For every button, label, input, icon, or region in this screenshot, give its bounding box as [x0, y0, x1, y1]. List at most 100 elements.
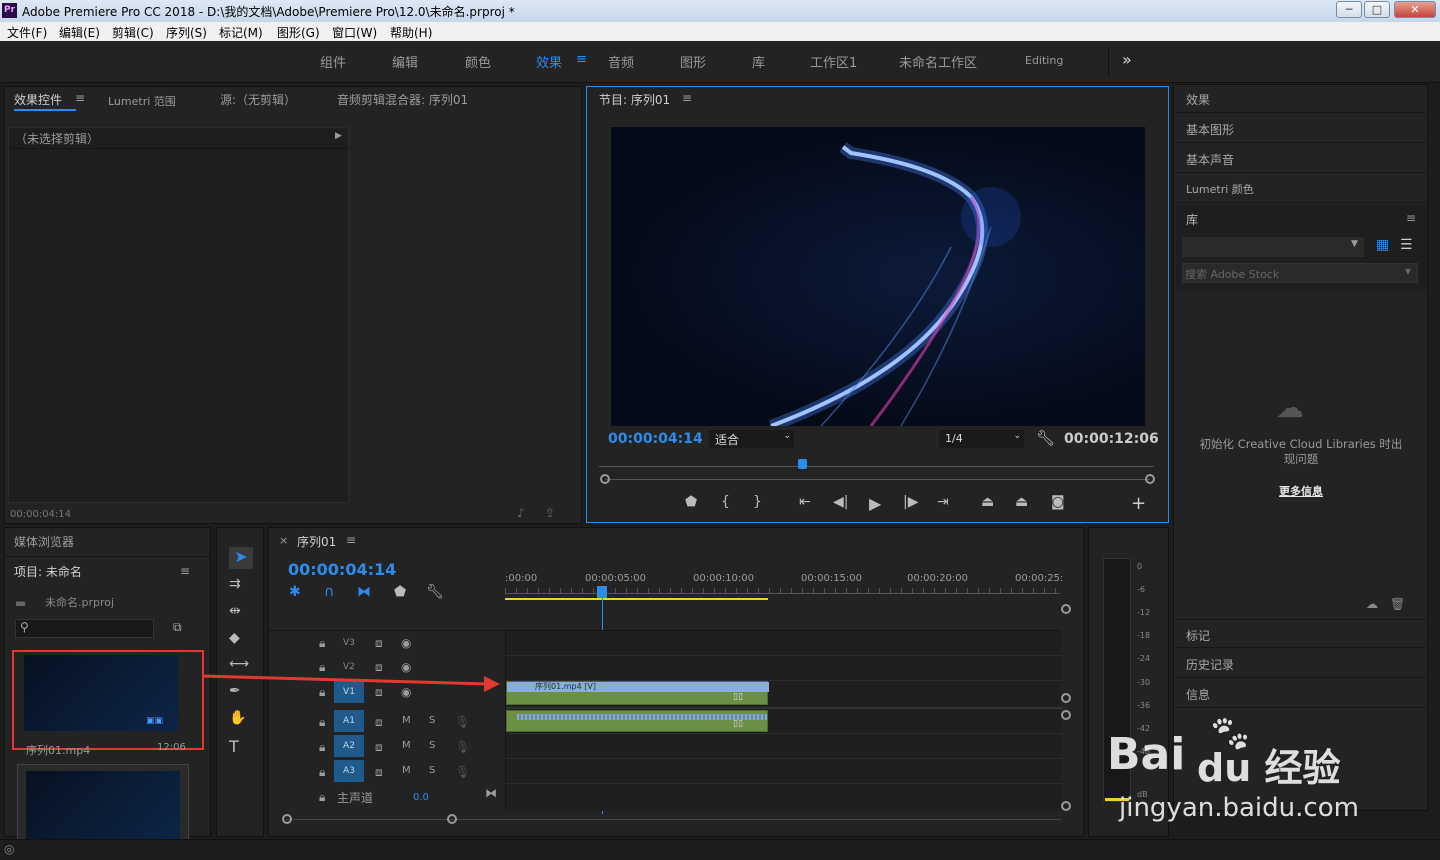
- tab-audio-clip-mixer[interactable]: 音频剪辑混合器: 序列01: [337, 91, 468, 108]
- find-icon[interactable]: ⧉: [173, 620, 182, 635]
- menu-window[interactable]: 窗口(W): [332, 24, 377, 41]
- lift-icon[interactable]: ⏏: [981, 494, 994, 510]
- resolution-dropdown[interactable]: 1/4 ⌄: [939, 430, 1024, 448]
- panel-essential-sound[interactable]: 基本声音: [1176, 144, 1426, 173]
- add-marker-icon[interactable]: ⬟: [685, 494, 697, 510]
- library-select[interactable]: [1182, 237, 1364, 257]
- audio-clip[interactable]: ▯▯: [506, 710, 768, 732]
- adobe-stock-search[interactable]: 搜索 Adobe Stock ▼: [1182, 263, 1418, 283]
- fit-dropdown[interactable]: 适合 ⌄: [709, 430, 794, 448]
- minimize-button[interactable]: ─: [1336, 1, 1362, 18]
- menu-graphics[interactable]: 图形(G): [277, 24, 320, 41]
- mute-button[interactable]: M: [402, 765, 411, 776]
- libraries-title[interactable]: 库: [1186, 211, 1198, 228]
- workspace-tab[interactable]: 图形: [680, 52, 706, 71]
- mark-in-icon[interactable]: {: [721, 494, 730, 510]
- panel-history[interactable]: 历史记录: [1176, 649, 1426, 678]
- menu-file[interactable]: 文件(F): [7, 24, 47, 41]
- zoom-handle-right[interactable]: [1145, 474, 1155, 484]
- menu-sequence[interactable]: 序列(S): [166, 24, 207, 41]
- tab-media-browser[interactable]: 媒体浏览器: [14, 533, 74, 550]
- lock-icon[interactable]: 🔒︎: [319, 636, 325, 651]
- mute-button[interactable]: M: [402, 740, 411, 751]
- nest-icon[interactable]: ✱: [289, 584, 301, 600]
- selection-tool-icon[interactable]: ➤: [229, 547, 253, 569]
- list-view-icon[interactable]: ☰: [1400, 237, 1413, 253]
- clip-thumbnail-selected[interactable]: ▣▣ 序列01.mp4 12:06: [12, 650, 204, 757]
- timeline-playhead-handle[interactable]: [597, 586, 607, 598]
- lock-icon[interactable]: 🔒︎: [319, 790, 325, 805]
- project-search[interactable]: ⚲: [15, 619, 154, 638]
- sync-lock-icon[interactable]: ⧈: [375, 765, 383, 780]
- master-volume[interactable]: 0.0: [413, 792, 429, 803]
- settings-wrench-icon[interactable]: 🔧︎: [426, 584, 444, 600]
- play-icon[interactable]: ▶: [869, 494, 881, 513]
- vzoom-handle[interactable]: [1061, 604, 1071, 614]
- track-a2[interactable]: A2: [334, 735, 364, 757]
- zoom-handle-left[interactable]: [600, 474, 610, 484]
- hamburger-icon[interactable]: ≡: [576, 52, 587, 67]
- menu-clip[interactable]: 剪辑(C): [112, 24, 154, 41]
- sync-lock-icon[interactable]: ⧈: [375, 740, 383, 755]
- panel-info[interactable]: 信息: [1176, 679, 1426, 708]
- export-icon[interactable]: ⇪: [545, 506, 555, 520]
- maximize-button[interactable]: □: [1364, 1, 1390, 18]
- tab-lumetri-scopes[interactable]: Lumetri 范围: [108, 93, 176, 109]
- menu-marker[interactable]: 标记(M): [219, 24, 263, 41]
- grid-view-icon[interactable]: ▦: [1376, 237, 1389, 253]
- ripple-edit-tool-icon[interactable]: ⇹: [229, 603, 241, 619]
- eye-icon[interactable]: ◉: [401, 636, 411, 650]
- close-tab-icon[interactable]: ×: [279, 534, 288, 547]
- program-title[interactable]: 节目: 序列01: [599, 91, 670, 108]
- chevron-down-icon[interactable]: ▼: [1351, 239, 1358, 249]
- hzoom-handle-right[interactable]: [447, 814, 457, 824]
- add-marker-icon[interactable]: ⬟: [394, 584, 406, 600]
- mic-icon[interactable]: 🎙︎: [455, 765, 470, 779]
- program-playhead[interactable]: [798, 459, 807, 469]
- track-a3[interactable]: A3: [334, 760, 364, 782]
- lock-icon[interactable]: 🔒︎: [319, 740, 325, 755]
- workspace-tab[interactable]: 工作区1: [810, 52, 857, 71]
- extract-icon[interactable]: ⏏: [1015, 494, 1028, 510]
- step-forward-icon[interactable]: |▶: [903, 494, 918, 510]
- mic-icon[interactable]: 🎙︎: [455, 740, 470, 754]
- mini-ruler[interactable]: [599, 459, 1154, 467]
- timeline-timecode[interactable]: 00:00:04:14: [288, 560, 396, 579]
- workspace-tab[interactable]: Editing: [1025, 54, 1063, 67]
- sync-lock-icon[interactable]: ⧈: [375, 636, 383, 651]
- go-to-in-icon[interactable]: ⇤: [799, 494, 811, 510]
- add-button-icon[interactable]: +: [1131, 493, 1146, 514]
- vzoom-handle[interactable]: [1061, 710, 1071, 720]
- workspace-tab[interactable]: 编辑: [392, 52, 418, 71]
- hamburger-icon[interactable]: ≡: [75, 91, 85, 105]
- snap-icon[interactable]: ∩: [324, 584, 334, 600]
- razor-tool-icon[interactable]: ◆: [229, 630, 240, 646]
- hamburger-icon[interactable]: ≡: [346, 533, 356, 547]
- tab-source[interactable]: 源:（无剪辑）: [220, 91, 296, 108]
- hzoom-handle-left[interactable]: [282, 814, 292, 824]
- close-button[interactable]: ✕: [1394, 1, 1436, 18]
- camera-icon[interactable]: ◙: [1051, 494, 1065, 510]
- project-title[interactable]: 项目: 未命名: [14, 563, 82, 580]
- audio-icon[interactable]: ♪: [517, 506, 525, 520]
- workspace-tab[interactable]: 颜色: [465, 52, 491, 71]
- trash-icon[interactable]: 🗑︎: [1390, 597, 1405, 611]
- workspace-tab[interactable]: 库: [752, 52, 765, 71]
- panel-essential-graphics[interactable]: 基本图形: [1176, 114, 1426, 143]
- expand-arrow-icon[interactable]: ▶: [335, 131, 342, 141]
- timeline-ruler[interactable]: :00:00 00:00:05:00 00:00:10:00 00:00:15:…: [505, 566, 1065, 602]
- wrench-icon[interactable]: 🔧︎: [1036, 429, 1055, 447]
- menu-help[interactable]: 帮助(H): [390, 24, 432, 41]
- solo-button[interactable]: S: [429, 765, 435, 776]
- lock-icon[interactable]: 🔒︎: [319, 765, 325, 780]
- solo-button[interactable]: S: [429, 740, 435, 751]
- hamburger-icon[interactable]: ≡: [682, 91, 692, 105]
- video-clip[interactable]: 序列01.mp4 [V] ▯▯: [506, 681, 769, 705]
- hamburger-icon[interactable]: ≡: [180, 564, 190, 578]
- go-to-out-icon[interactable]: ⇥: [937, 494, 949, 510]
- linked-selection-icon[interactable]: ⧓: [357, 584, 371, 600]
- more-workspaces-icon[interactable]: »: [1122, 50, 1132, 69]
- panel-lumetri-color[interactable]: Lumetri 颜色: [1176, 174, 1426, 203]
- vzoom-handle[interactable]: [1061, 693, 1071, 703]
- workspace-tab-active[interactable]: 效果: [536, 52, 562, 71]
